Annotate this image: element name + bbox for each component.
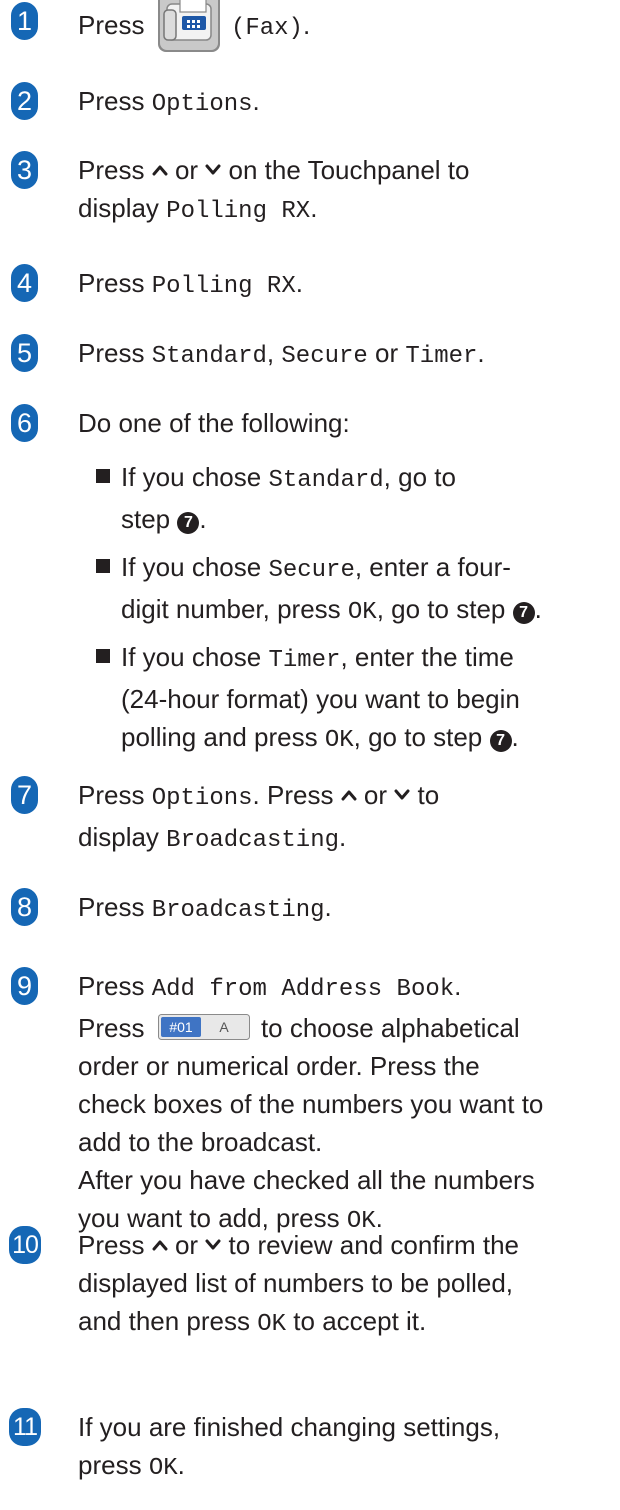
step-number-badge: 6 bbox=[11, 404, 38, 442]
step-number-badge: 3 bbox=[11, 151, 38, 189]
bullet-item: If you chose Standard, go to step 7. bbox=[96, 458, 616, 538]
step-number-badge: 8 bbox=[11, 888, 38, 926]
step-number-badge: 1 bbox=[11, 2, 38, 40]
arrow-up-icon bbox=[152, 1239, 168, 1251]
arrow-down-icon bbox=[394, 789, 410, 801]
step-number-badge: 9 bbox=[11, 967, 38, 1005]
bullet-text: If you chose Secure, enter a four- digit… bbox=[121, 552, 542, 626]
step-number-badge: 4 bbox=[11, 264, 38, 302]
step-text: Press or on the Touchpanel to display Po… bbox=[78, 155, 470, 225]
bullet-text: If you chose Standard, go to step 7. bbox=[121, 462, 456, 534]
bullet-item: If you chose Secure, enter a four- digit… bbox=[96, 548, 616, 632]
step-text: Press Broadcasting. bbox=[78, 892, 332, 924]
step-text: Press or to review and confirm the displ… bbox=[78, 1230, 519, 1338]
arrow-down-icon bbox=[205, 164, 221, 176]
arrow-up-icon bbox=[341, 789, 357, 801]
step-ref-circle-icon: 7 bbox=[177, 512, 200, 534]
step-number-badge: 5 bbox=[11, 334, 38, 372]
step-number-badge: 11 bbox=[9, 1408, 41, 1446]
step-text: Press Options. Press or to display Broad… bbox=[78, 780, 440, 854]
sort-order-button-icon: #01 A bbox=[157, 1014, 250, 1040]
arrow-down-icon bbox=[205, 1239, 221, 1251]
step-number-badge: 2 bbox=[11, 82, 38, 120]
step-ref-circle-icon: 7 bbox=[489, 730, 512, 752]
arrow-up-icon bbox=[152, 164, 168, 176]
svg-text:A: A bbox=[219, 1019, 229, 1035]
step-text: If you are finished changing settings, p… bbox=[78, 1412, 501, 1482]
bullet-square-icon bbox=[96, 559, 110, 573]
step-number-badge: 10 bbox=[9, 1226, 41, 1264]
step-text: Do one of the following: bbox=[78, 408, 350, 438]
step-text: Press Add from Address Book. Press #01 A… bbox=[78, 971, 544, 1235]
bullet-item: If you chose Timer, enter the time (24-h… bbox=[96, 638, 616, 760]
step-text: Press Standard, Secure or Timer. bbox=[78, 338, 485, 370]
bullet-square-icon bbox=[96, 469, 110, 483]
step-text: Press Polling RX. bbox=[78, 268, 303, 300]
step-text: Press (Fax). bbox=[78, 0, 608, 52]
fax-icon bbox=[157, 0, 220, 52]
step-text: Press Options. bbox=[78, 86, 260, 118]
bullet-text: If you chose Timer, enter the time (24-h… bbox=[121, 642, 520, 754]
step-number-badge: 7 bbox=[11, 776, 38, 814]
step-ref-circle-icon: 7 bbox=[512, 602, 535, 624]
svg-text:#01: #01 bbox=[169, 1019, 193, 1035]
bullet-square-icon bbox=[96, 649, 110, 663]
